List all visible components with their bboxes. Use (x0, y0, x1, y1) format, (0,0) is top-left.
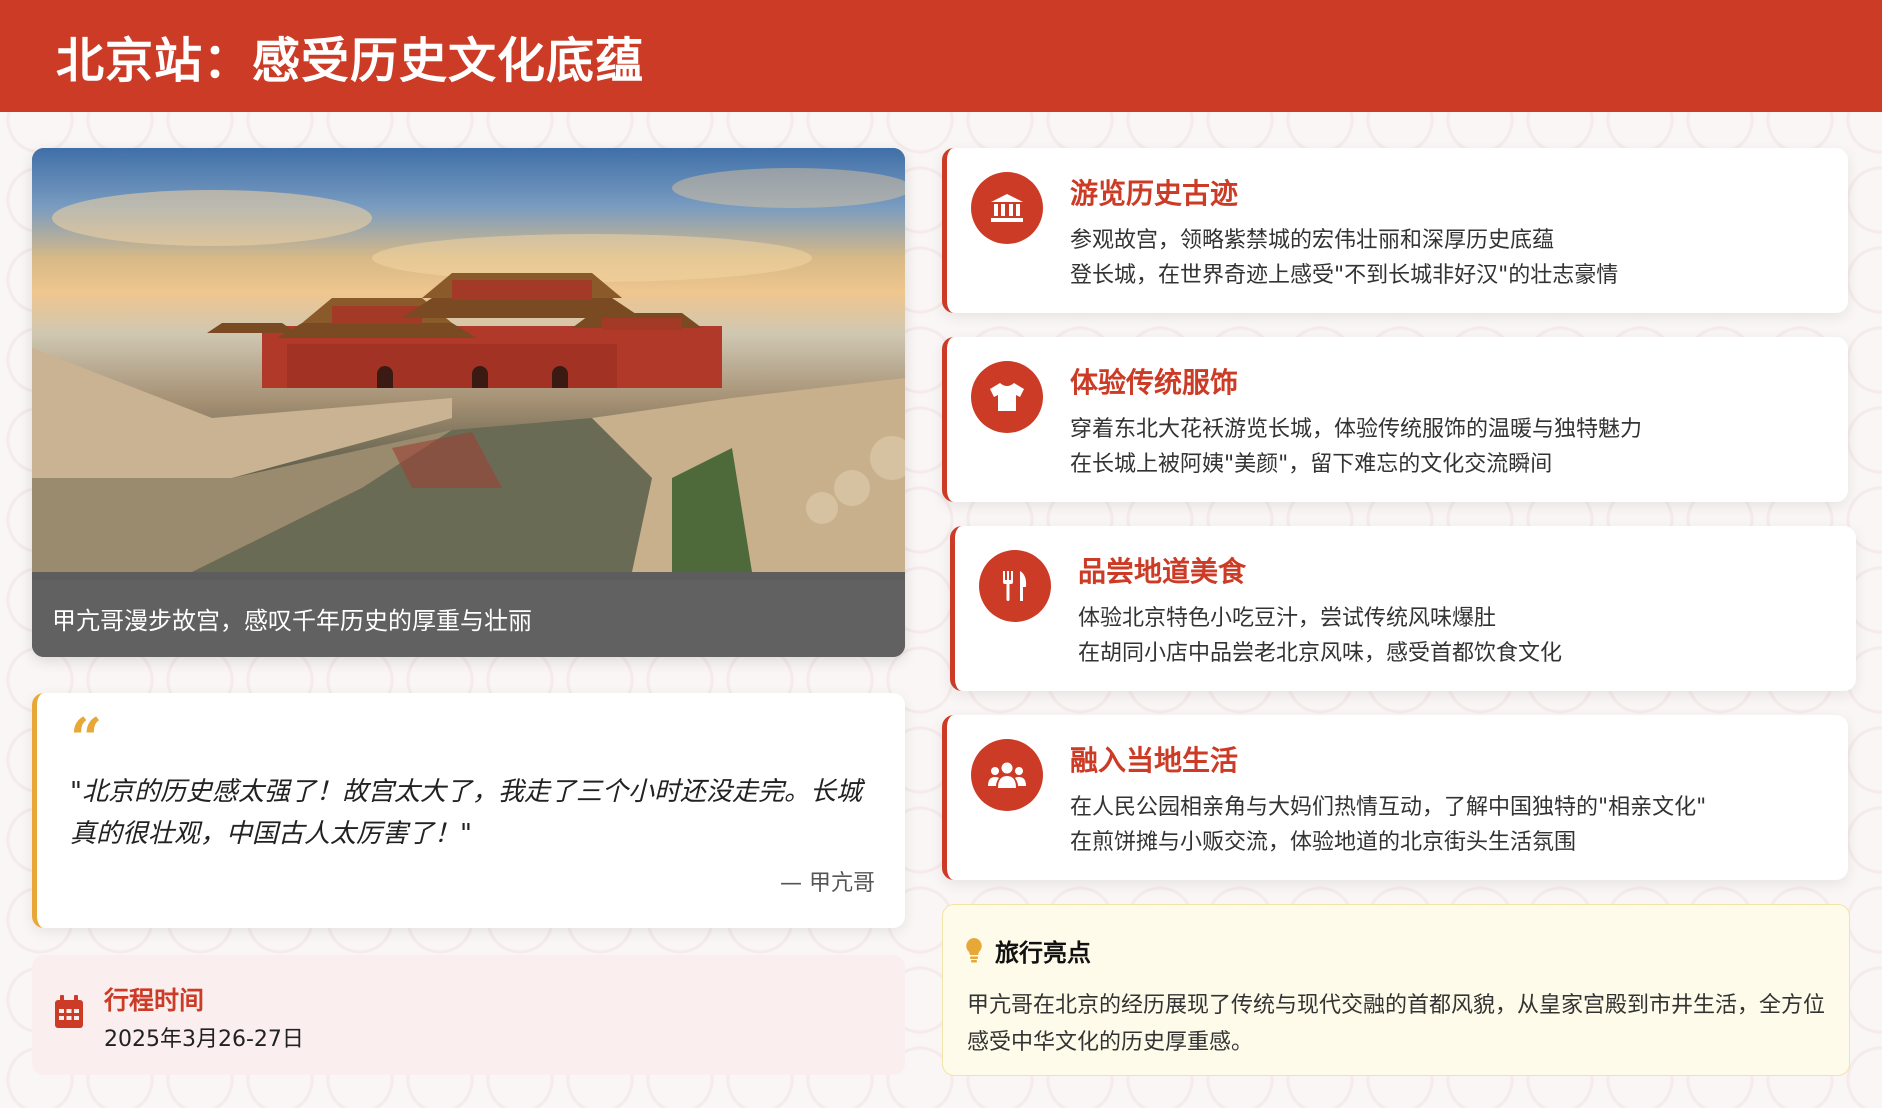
activity-line: 在胡同小店中品尝老北京风味，感受首都饮食文化 (1078, 641, 1563, 666)
photo-card: 甲亢哥漫步故宫，感叹千年历史的厚重与壮丽 (32, 148, 905, 657)
schedule-value: 2025年3月26-27日 (104, 1027, 304, 1052)
page-title: 北京站：感受历史文化底蕴 (56, 33, 645, 89)
highlight-text: 甲亢哥在北京的经历展现了传统与现代交融的首都风貌，从皇家宫殿到市井生活，全方位感… (967, 993, 1826, 1055)
lightbulb-icon (965, 937, 983, 967)
photo-caption: 甲亢哥漫步故宫，感叹千年历史的厚重与壮丽 (32, 580, 905, 657)
activity-line: 在长城上被阿姨"美颜"，留下难忘的文化交流瞬间 (1070, 452, 1553, 477)
landmark-icon (971, 172, 1043, 244)
forbidden-city-illustration (32, 168, 905, 572)
forbidden-city-photo (32, 148, 905, 572)
highlight-title: 旅行亮点 (995, 939, 1091, 967)
activity-line: 在煎饼摊与小贩交流，体验地道的北京街头生活氛围 (1070, 830, 1577, 855)
schedule-label: 行程时间 (104, 986, 205, 1015)
activity-card-history: 游览历史古迹 参观故宫，领略紫禁城的宏伟壮丽和深厚历史底蕴 登长城，在世界奇迹上… (942, 148, 1848, 313)
activity-title: 体验传统服饰 (1070, 366, 1239, 399)
activity-line: 登长城，在世界奇迹上感受"不到长城非好汉"的壮志豪情 (1070, 263, 1619, 288)
quote-card: “ "北京的历史感太强了！故宫太大了，我走了三个小时还没走完。长城真的很壮观，中… (32, 693, 905, 928)
activity-card-local-life: 融入当地生活 在人民公园相亲角与大妈们热情互动，了解中国独特的"相亲文化" 在煎… (942, 715, 1848, 880)
schedule-card: 行程时间 2025年3月26-27日 (32, 955, 905, 1075)
people-group-icon (971, 739, 1043, 811)
travel-highlight-card: 旅行亮点 甲亢哥在北京的经历展现了传统与现代交融的首都风貌，从皇家宫殿到市井生活… (942, 904, 1850, 1076)
activity-line: 体验北京特色小吃豆汁，尝试传统风味爆肚 (1078, 606, 1497, 631)
activity-title: 融入当地生活 (1070, 744, 1239, 777)
calendar-icon (54, 995, 84, 1033)
quote-icon: “ (70, 706, 103, 772)
page-header: 北京站：感受历史文化底蕴 (0, 0, 1882, 112)
activity-card-food: 品尝地道美食 体验北京特色小吃豆汁，尝试传统风味爆肚 在胡同小店中品尝老北京风味… (950, 526, 1856, 691)
quote-author: — 甲亢哥 (780, 871, 875, 896)
activity-title: 游览历史古迹 (1070, 177, 1239, 210)
quote-text: "北京的历史感太强了！故宫太大了，我走了三个小时还没走完。长城真的很壮观，中国古… (70, 777, 862, 849)
utensils-icon (979, 550, 1051, 622)
activity-line: 参观故宫，领略紫禁城的宏伟壮丽和深厚历史底蕴 (1070, 228, 1555, 253)
activity-card-costume: 体验传统服饰 穿着东北大花袄游览长城，体验传统服饰的温暖与独特魅力 在长城上被阿… (942, 337, 1848, 502)
activity-line: 穿着东北大花袄游览长城，体验传统服饰的温暖与独特魅力 (1070, 417, 1643, 442)
activity-title: 品尝地道美食 (1078, 555, 1247, 588)
tshirt-icon (971, 361, 1043, 433)
activity-line: 在人民公园相亲角与大妈们热情互动，了解中国独特的"相亲文化" (1070, 795, 1707, 820)
